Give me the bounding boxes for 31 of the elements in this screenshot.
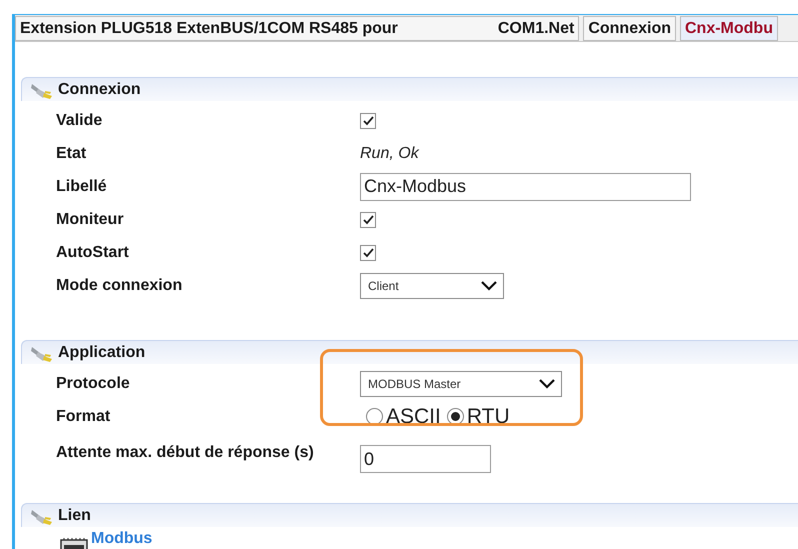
field-label: Valide <box>56 110 104 130</box>
field-label: Protocole <box>56 374 131 394</box>
tab[interactable]: Extension PLUG518 ExtenBUS/1COM RS485 pour COM1.Net <box>15 16 580 41</box>
checkbox[interactable] <box>360 212 376 228</box>
field-label: Libellé <box>56 176 108 196</box>
checkmark-icon <box>362 214 374 224</box>
chevron-down-icon <box>481 280 497 290</box>
text-field[interactable]: Cnx-Modbus <box>360 172 691 200</box>
modbus-link[interactable]: Modbus <box>91 527 152 549</box>
section-title: Application <box>58 342 146 362</box>
field-label: Moniteur <box>56 210 125 230</box>
dropdown[interactable]: MODBUS Master <box>360 370 562 396</box>
field-label: AutoStart <box>56 242 130 262</box>
tab[interactable]: Connexion <box>583 16 676 41</box>
text-field[interactable]: 0 <box>360 445 491 473</box>
checkbox[interactable] <box>360 244 376 260</box>
radio-option[interactable]: RTU <box>446 400 510 432</box>
field-label: Attente max. début de réponse (s) <box>56 443 315 463</box>
status-text: Run, Ok <box>360 144 419 164</box>
tab[interactable]: Cnx-Modbu <box>680 16 778 41</box>
field-label: Format <box>56 406 112 426</box>
checkmark-icon <box>362 116 374 126</box>
radio-option[interactable]: ASCII <box>366 400 441 432</box>
chevron-down-icon <box>539 378 555 388</box>
checkmark-icon <box>362 248 374 258</box>
dropdown[interactable]: Client <box>360 272 504 298</box>
field-label: Mode connexion <box>56 276 184 296</box>
section-title: Lien <box>58 506 91 526</box>
section-title: Connexion <box>58 80 141 100</box>
field-label: Etat <box>56 144 88 164</box>
checkbox[interactable] <box>360 112 376 128</box>
